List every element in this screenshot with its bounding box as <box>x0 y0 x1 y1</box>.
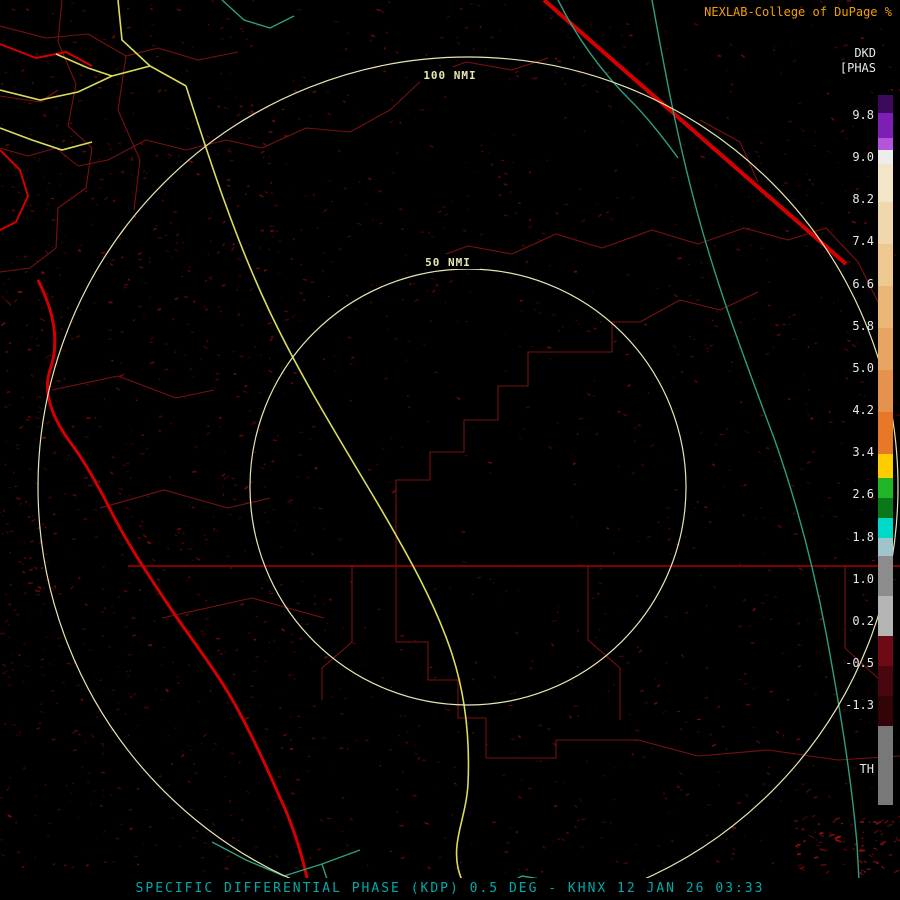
colorbar-segment <box>878 328 893 370</box>
colorbar-segment <box>878 556 893 596</box>
colorbar-tick-label: 3.4 <box>852 445 874 460</box>
colorbar-segment <box>878 454 893 478</box>
colorbar <box>878 95 893 805</box>
coastline-inlet <box>0 149 29 231</box>
colorbar-segment <box>878 244 893 286</box>
product-units-label: [PHAS <box>839 61 876 75</box>
product-caption-bar: SPECIFIC DIFFERENTIAL PHASE (KDP) 0.5 DE… <box>0 878 900 900</box>
coastline <box>36 279 313 900</box>
site-title: NEXLAB-College of DuPage % <box>704 5 892 19</box>
yellow-highways <box>0 0 473 900</box>
colorbar-segment <box>878 113 893 138</box>
colorbar-segment <box>878 286 893 328</box>
yellow-highway-line <box>0 127 93 151</box>
coastline-north <box>0 43 93 67</box>
county-line <box>395 321 640 642</box>
colorbar-tick-label: 2.6 <box>852 487 874 502</box>
range-ring-100nmi-label: 100 NMI <box>423 69 476 82</box>
state-line-diagonal <box>542 0 848 266</box>
county-line <box>0 0 93 273</box>
colorbar-segment <box>878 370 893 412</box>
yellow-highway-line <box>55 53 113 77</box>
radar-map: 100 NMI 50 NMI <box>0 0 900 900</box>
colorbar-segment <box>878 498 893 518</box>
colorbar-tick-label: 6.6 <box>852 276 874 291</box>
county-line <box>396 641 487 758</box>
county-line <box>699 119 759 183</box>
range-ring-50nmi-label: 50 NMI <box>425 256 471 269</box>
county-line <box>51 375 215 399</box>
product-caption: SPECIFIC DIFFERENTIAL PHASE (KDP) 0.5 DE… <box>135 881 765 896</box>
colorbar-tick-label: 4.2 <box>852 403 874 418</box>
yellow-highway-line <box>185 85 473 900</box>
colorbar-segment <box>878 95 893 113</box>
colorbar-segment <box>878 478 893 498</box>
colorbar-segment <box>878 518 893 538</box>
colorbar-tick-label: 9.0 <box>852 150 874 165</box>
colorbar-segment <box>878 596 893 636</box>
colorbar-tick-label: 1.0 <box>852 571 874 586</box>
state-boundaries <box>0 0 848 900</box>
county-line <box>261 57 549 149</box>
colorbar-tick-label: -0.5 <box>845 655 874 670</box>
colorbar-segment <box>878 666 893 696</box>
teal-highway-line <box>211 841 361 877</box>
colorbar-tick-label: 5.8 <box>852 318 874 333</box>
county-line <box>639 291 759 323</box>
county-line <box>587 566 621 720</box>
county-line <box>423 227 827 263</box>
radar-display: 100 NMI 50 NMI NEXLAB-College of DuPage … <box>0 0 900 900</box>
product-code: DKD <box>854 46 876 60</box>
teal-highways <box>211 0 861 900</box>
county-line <box>321 566 353 700</box>
yellow-highway-line <box>117 0 187 87</box>
colorbar-tick-label: 1.8 <box>852 529 874 544</box>
colorbar-segment <box>878 164 893 202</box>
colorbar-segment <box>878 138 893 150</box>
county-line <box>99 489 271 509</box>
county-line <box>0 25 239 61</box>
county-line <box>117 55 141 211</box>
colorbar-segment <box>878 726 893 805</box>
colorbar-tick-label: 8.2 <box>852 192 874 207</box>
colorbar-segment <box>878 636 893 666</box>
radar-echo-speckles <box>0 0 900 876</box>
colorbar-tick-label: -1.3 <box>845 698 874 713</box>
colorbar-tick-label: 0.2 <box>852 613 874 628</box>
colorbar-tick-label: 9.8 <box>852 108 874 122</box>
teal-highway-line <box>221 0 295 29</box>
colorbar-tick-label: TH <box>859 762 874 776</box>
range-ring-50nmi <box>249 268 687 706</box>
colorbar-tick-label: 7.4 <box>852 234 874 249</box>
title-suffix: % <box>884 5 892 19</box>
county-line <box>486 739 900 761</box>
colorbar-tick-label: 5.0 <box>852 360 874 375</box>
colorbar-segment <box>878 538 893 556</box>
title-text: NEXLAB-College of DuPage <box>704 5 878 19</box>
county-line <box>107 139 263 161</box>
colorbar-segment <box>878 202 893 244</box>
colorbar-segment <box>878 412 893 454</box>
colorbar-segment <box>878 696 893 726</box>
colorbar-segment <box>878 150 893 164</box>
teal-highway-line <box>557 0 679 159</box>
